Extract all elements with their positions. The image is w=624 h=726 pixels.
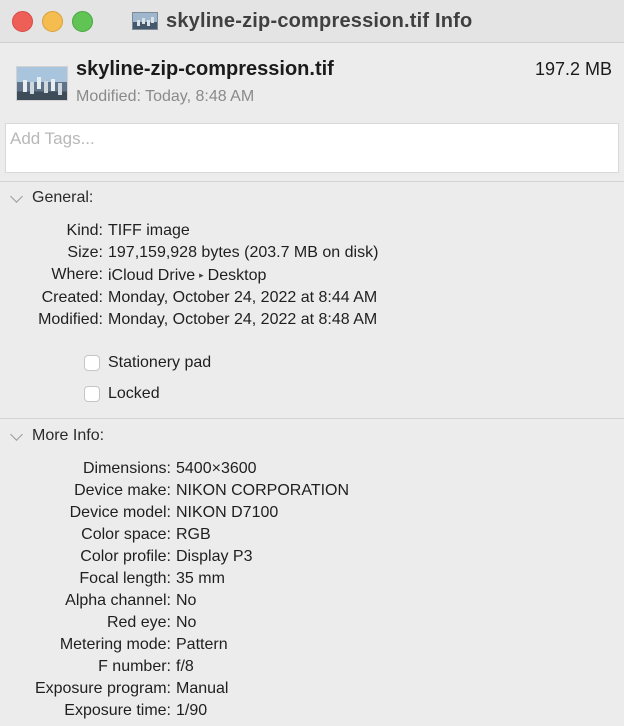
info-key: Created: — [41, 289, 103, 306]
close-window-button[interactable] — [12, 11, 33, 32]
window-title: skyline-zip-compression.tif Info — [166, 9, 473, 32]
window-title-group: skyline-zip-compression.tif Info — [132, 0, 472, 42]
file-name: skyline-zip-compression.tif — [76, 58, 334, 80]
info-key: Alpha channel: — [65, 592, 171, 609]
info-value: 1/90 — [176, 702, 208, 719]
file-header: skyline-zip-compression.tif 197.2 MB Mod… — [0, 43, 624, 123]
info-key: Kind: — [66, 222, 103, 239]
info-row-red-eye: Red eye: No — [0, 612, 349, 634]
chevron-down-icon — [10, 189, 23, 203]
divider — [0, 181, 624, 182]
stationery-pad-checkbox[interactable] — [84, 355, 100, 371]
divider — [0, 418, 624, 419]
info-row-created: Created: Monday, October 24, 2022 at 8:4… — [0, 287, 378, 309]
info-row-exposure-program: Exposure program: Manual — [0, 678, 349, 700]
stationery-pad-label: Stationery pad — [108, 354, 212, 371]
more-info-heading: More Info: — [32, 427, 105, 444]
locked-checkbox[interactable] — [84, 386, 100, 402]
info-row-device-make: Device make: NIKON CORPORATION — [0, 480, 349, 502]
info-row-kind: Kind: TIFF image — [0, 220, 378, 242]
path-arrow-icon: ▸ — [199, 270, 204, 280]
title-bar: skyline-zip-compression.tif Info — [0, 0, 624, 43]
file-thumbnail-icon — [16, 66, 68, 101]
chevron-down-icon — [10, 427, 23, 441]
info-key: Red eye: — [106, 614, 171, 631]
tiff-file-icon — [132, 12, 158, 30]
info-key: Modified: — [38, 311, 103, 328]
stationery-pad-option[interactable]: Stationery pad — [84, 354, 211, 372]
file-size: 197.2 MB — [534, 59, 612, 79]
info-value: TIFF image — [108, 222, 190, 239]
minimize-window-button[interactable] — [42, 11, 63, 32]
info-row-exposure-time: Exposure time: 1/90 — [0, 700, 349, 722]
info-row-metering-mode: Metering mode: Pattern — [0, 634, 349, 656]
info-value: f/8 — [176, 658, 194, 675]
info-value: 197,159,928 bytes (203.7 MB on disk) — [108, 244, 379, 261]
tags-input[interactable] — [10, 127, 610, 151]
info-value: NIKON CORPORATION — [176, 482, 350, 499]
info-value: 35 mm — [176, 570, 225, 587]
info-key: Metering mode: — [59, 636, 171, 653]
locked-option[interactable]: Locked — [84, 385, 160, 403]
info-value-path: iCloud Drive ▸ Desktop — [108, 264, 266, 287]
info-row-dimensions: Dimensions: 5400×3600 — [0, 458, 349, 480]
more-info-list: Dimensions: 5400×3600 Device make: NIKON… — [0, 458, 349, 722]
info-row-device-model: Device model: NIKON D7100 — [0, 502, 349, 524]
info-value: Manual — [176, 680, 229, 697]
info-row-alpha-channel: Alpha channel: No — [0, 590, 349, 612]
info-row-color-profile: Color profile: Display P3 — [0, 546, 349, 568]
more-info-section-toggle[interactable]: More Info: — [10, 427, 104, 445]
general-section-toggle[interactable]: General: — [10, 189, 93, 207]
info-row-where: Where: iCloud Drive ▸ Desktop — [0, 264, 378, 287]
file-modified: Modified: Today, 8:48 AM — [76, 88, 255, 105]
info-key: Device model: — [69, 504, 171, 521]
info-key: Size: — [67, 244, 103, 261]
info-key: Exposure program: — [34, 680, 171, 697]
info-key: Color space: — [81, 526, 171, 543]
info-value: Display P3 — [176, 548, 253, 565]
info-row-f-number: F number: f/8 — [0, 656, 349, 678]
info-value: No — [176, 592, 197, 609]
info-value: 5400×3600 — [176, 460, 257, 477]
info-value: Pattern — [176, 636, 228, 653]
info-key: Exposure time: — [64, 702, 171, 719]
info-key: Where: — [51, 266, 103, 283]
info-key: Device make: — [74, 482, 171, 499]
tags-field-container — [5, 123, 619, 173]
info-row-size: Size: 197,159,928 bytes (203.7 MB on dis… — [0, 242, 378, 264]
locked-label: Locked — [108, 385, 160, 402]
general-info-list: Kind: TIFF image Size: 197,159,928 bytes… — [0, 220, 378, 331]
info-row-color-space: Color space: RGB — [0, 524, 349, 546]
info-key: Focal length: — [79, 570, 171, 587]
info-row-focal-length: Focal length: 35 mm — [0, 568, 349, 590]
path-segment: iCloud Drive — [108, 267, 196, 284]
info-key: F number: — [98, 658, 171, 675]
info-value: Monday, October 24, 2022 at 8:44 AM — [108, 289, 378, 306]
info-value: Monday, October 24, 2022 at 8:48 AM — [108, 311, 378, 328]
info-row-modified: Modified: Monday, October 24, 2022 at 8:… — [0, 309, 378, 331]
info-value: NIKON D7100 — [176, 504, 279, 521]
general-heading: General: — [32, 189, 94, 206]
info-key: Dimensions: — [82, 460, 171, 477]
info-value: RGB — [176, 526, 211, 543]
maximize-window-button[interactable] — [72, 11, 93, 32]
info-value: No — [176, 614, 197, 631]
info-key: Color profile: — [80, 548, 171, 565]
path-segment: Desktop — [207, 267, 267, 284]
